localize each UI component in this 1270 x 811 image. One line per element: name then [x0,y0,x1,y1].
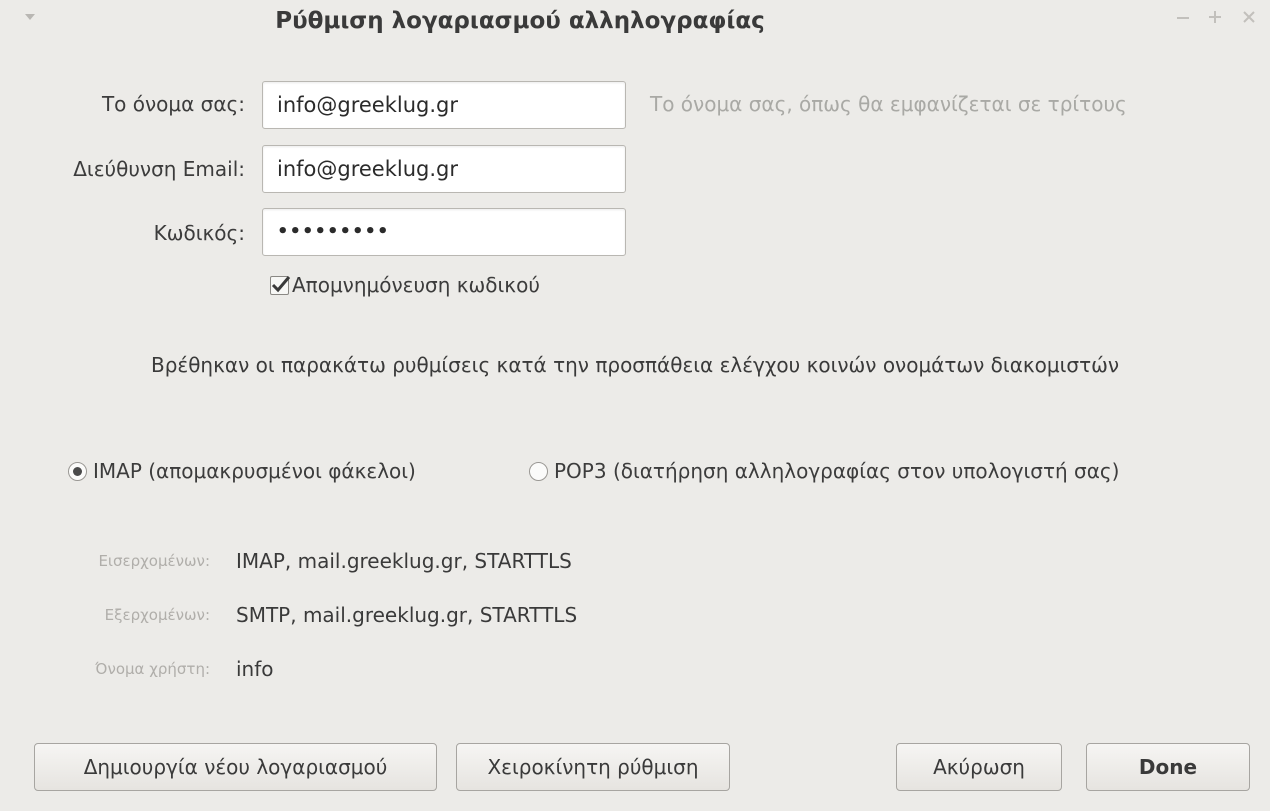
imap-label: IMAP (απομακρυσμένοι φάκελοι) [93,459,416,483]
outgoing-value: SMTP, mail.greeklug.gr, STARTTLS [236,603,578,627]
minimize-icon[interactable] [1172,6,1194,28]
new-account-button[interactable]: Δημιουργία νέου λογαριασμού [34,743,437,791]
remember-password-checkbox[interactable]: Απομνημόνευση κωδικού [270,273,540,297]
maximize-icon[interactable] [1204,6,1226,28]
email-input[interactable]: info@greeklug.gr [262,145,626,193]
username-label: Όνομα χρήστη: [95,660,210,678]
title-bar: Ρύθμιση λογαριασμού αλληλογραφίας [0,0,1270,52]
cancel-button[interactable]: Ακύρωση [896,743,1062,791]
done-button[interactable]: Done [1086,743,1250,791]
name-input[interactable]: info@greeklug.gr [262,81,626,129]
incoming-label: Εισερχομένων: [98,552,210,570]
username-value: info [236,657,274,681]
checkbox-checked-icon[interactable] [270,276,291,295]
outgoing-label: Εξερχομένων: [104,606,210,624]
password-label: Κωδικός: [153,221,245,245]
close-icon[interactable] [1238,6,1260,28]
window-title: Ρύθμιση λογαριασμού αλληλογραφίας [275,8,765,34]
incoming-value: IMAP, mail.greeklug.gr, STARTTLS [236,549,572,573]
radio-unselected-icon[interactable] [529,462,548,481]
email-label: Διεύθυνση Email: [73,157,245,181]
password-input[interactable]: ••••••••• [262,208,626,256]
name-label: Το όνομα σας: [101,92,245,116]
radio-selected-icon[interactable] [68,462,87,481]
detected-settings-notice: Βρέθηκαν οι παρακάτω ρυθμίσεις κατά την … [150,353,1120,377]
remember-password-label: Απομνημόνευση κωδικού [292,273,540,297]
pop3-radio[interactable]: POP3 (διατήρηση αλληλογραφίας στον υπολο… [529,459,1119,483]
pop3-label: POP3 (διατήρηση αλληλογραφίας στον υπολο… [554,459,1120,483]
manual-config-button[interactable]: Χειροκίνητη ρύθμιση [456,743,730,791]
name-hint: Το όνομα σας, όπως θα εμφανίζεται σε τρί… [650,92,1127,116]
imap-radio[interactable]: IMAP (απομακρυσμένοι φάκελοι) [68,459,416,483]
